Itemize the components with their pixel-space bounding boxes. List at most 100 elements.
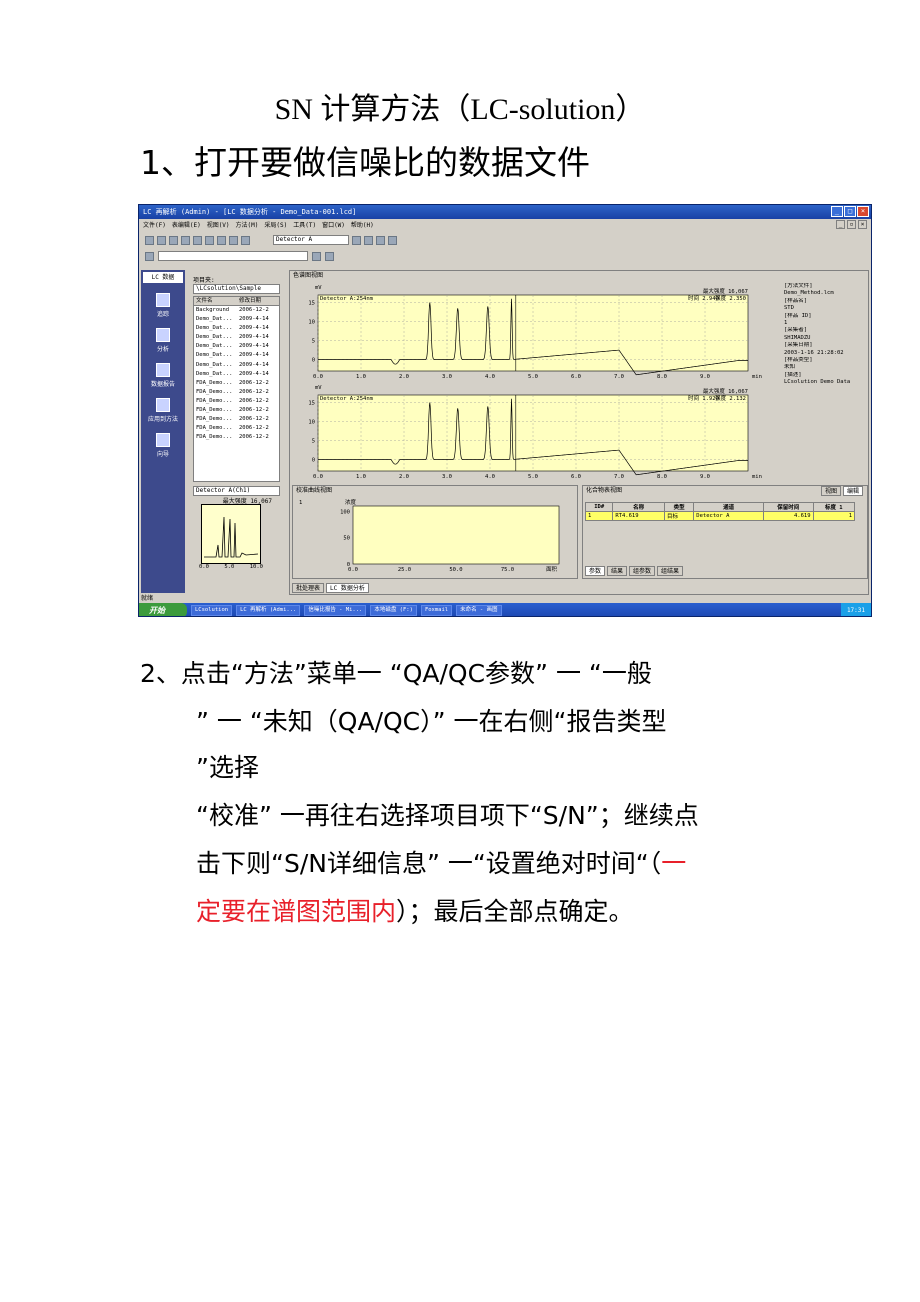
analysis-icon <box>156 328 170 342</box>
child-close-icon[interactable]: × <box>858 220 867 229</box>
zoom-in-icon[interactable] <box>193 235 202 245</box>
file-date: 2009-4-14 <box>239 343 269 350</box>
file-list-item[interactable]: Demo_Dat... 2009-4-14 <box>194 333 279 342</box>
nav-item-trace[interactable]: 追踪 <box>141 293 185 318</box>
taskbar-item[interactable]: 未命名 - 画图 <box>456 605 502 616</box>
zoom-out-icon[interactable] <box>205 235 214 245</box>
column-header[interactable]: 文件名 <box>194 297 239 305</box>
file-date: 2009-4-14 <box>239 370 269 377</box>
tab-parameters[interactable]: 参数 <box>585 566 606 576</box>
chart-alt-icon[interactable] <box>325 251 334 261</box>
nav-item-analysis[interactable]: 分析 <box>141 328 185 353</box>
file-list-item[interactable]: Demo_Dat... 2009-4-14 <box>194 351 279 360</box>
nav-item-apply-method[interactable]: 应用到方法 <box>141 398 185 423</box>
folder-path-select[interactable]: \LCsolution\Sample <box>193 284 280 294</box>
column-header[interactable]: 类型 <box>663 502 695 512</box>
nav-item-wizard[interactable]: 向导 <box>141 433 185 458</box>
taskbar-item[interactable]: Foxmail <box>420 605 453 616</box>
column-header[interactable]: 通道 <box>693 502 765 512</box>
window-title-bar[interactable]: LC 再解析 (Admin) - [LC 数据分析 - Demo_Data-00… <box>139 205 871 219</box>
file-list-item[interactable]: Demo_Dat... 2009-4-14 <box>194 342 279 351</box>
file-list-item[interactable]: FDA_Demo... 2006-12-2 <box>194 415 279 424</box>
save-icon[interactable] <box>157 235 166 245</box>
help-icon[interactable] <box>241 235 250 245</box>
tab-results[interactable]: 结果 <box>607 566 628 576</box>
channel-select[interactable]: Detector A(Ch1) <box>193 486 280 496</box>
file-list-item[interactable]: FDA_Demo... 2006-12-2 <box>194 424 279 433</box>
nav-item-report[interactable]: 数据报告 <box>141 363 185 388</box>
child-restore-icon[interactable]: ▫ <box>847 220 856 229</box>
tab-batch-table[interactable]: 批处理表 <box>292 583 325 593</box>
close-icon[interactable]: × <box>857 206 869 217</box>
table-cell[interactable]: 目标 <box>663 511 695 521</box>
menu-view[interactable]: 视图(V) <box>207 220 230 232</box>
y-axis-label: 浓度 <box>345 498 357 506</box>
info-field-value: 1 <box>784 320 788 327</box>
menu-acquire[interactable]: 采局(S) <box>264 220 287 232</box>
detector-select[interactable]: Detector A <box>273 235 349 245</box>
menu-window[interactable]: 窗口(W) <box>322 220 345 232</box>
file-list-item[interactable]: Demo_Dat... 2009-4-14 <box>194 361 279 370</box>
maximize-icon[interactable]: □ <box>844 206 856 217</box>
column-header[interactable]: ID# <box>584 502 614 512</box>
column-header[interactable]: 标度 1 <box>812 502 856 512</box>
view-tab[interactable]: 视图 <box>820 486 841 496</box>
file-list-item[interactable]: FDA_Demo... 2006-12-2 <box>194 388 279 397</box>
menu-help[interactable]: 帮助(H) <box>351 220 374 232</box>
taskbar-item[interactable]: 信噪比报告 - Mi... <box>304 605 367 616</box>
grid-icon[interactable] <box>229 235 238 245</box>
open-icon[interactable] <box>145 235 154 245</box>
edit-tab[interactable]: 编辑 <box>842 486 863 496</box>
file-list-item[interactable]: Demo_Dat... 2009-4-14 <box>194 370 279 379</box>
copy-icon[interactable] <box>376 235 385 245</box>
file-date: 2006-12-2 <box>239 416 269 423</box>
file-list-item[interactable]: FDA_Demo... 2006-12-2 <box>194 379 279 388</box>
menu-edit[interactable]: 表编辑(E) <box>172 220 201 232</box>
compound-table-panel: 化合物表视图 视图 编辑 ID# 名称 类型 通道 保留时间 标度 1 1 RT… <box>582 485 868 579</box>
layout-icon[interactable] <box>217 235 226 245</box>
undo-icon[interactable] <box>352 235 361 245</box>
taskbar-item[interactable]: 本地磁盘 (F:) <box>370 605 417 616</box>
print-icon[interactable] <box>169 235 178 245</box>
start-button[interactable]: 开始 <box>139 603 187 616</box>
table-cell[interactable]: 1 <box>584 511 614 521</box>
chromatogram-view[interactable]: 15 10 5 0 0.0 1.0 2.0 3.0 4.0 5.0 6.0 7.0 8.0 9.0 min m… <box>290 281 784 487</box>
table-cell[interactable]: RT4.619 <box>612 511 665 521</box>
table-cell[interactable]: 4.619 <box>763 511 814 521</box>
tab-group-results[interactable]: 组结果 <box>657 566 684 576</box>
preview-icon[interactable] <box>181 235 190 245</box>
file-list-item[interactable]: Background 2006-12-2 <box>194 306 279 315</box>
calibration-curve-plot[interactable]: 1 浓度1005000.0 25.0 50.0 75.0 面积 <box>293 496 577 578</box>
file-list-item[interactable]: Demo_Dat... 2009-4-14 <box>194 315 279 324</box>
file-list-item[interactable]: Demo_Dat... 2009-4-14 <box>194 324 279 333</box>
chart-icon[interactable] <box>312 251 321 261</box>
file-name: Demo_Dat... <box>196 325 233 332</box>
file-list-item[interactable]: FDA_Demo... 2006-12-2 <box>194 406 279 415</box>
peak-icon[interactable] <box>364 235 373 245</box>
table-cell[interactable]: Detector A <box>693 511 765 521</box>
command-field[interactable] <box>158 251 308 261</box>
tab-group-parameters[interactable]: 组参数 <box>629 566 656 576</box>
settings-icon[interactable] <box>388 235 397 245</box>
file-list[interactable]: 文件名 修改日期 Background 2006-12-2 Demo_Dat... 2… <box>193 296 280 482</box>
child-minimize-icon[interactable]: _ <box>836 220 845 229</box>
column-header[interactable]: 保留时间 <box>763 502 814 512</box>
pen-icon[interactable] <box>145 251 154 261</box>
tab-lc-data-analysis[interactable]: LC 数据分析 <box>326 583 369 593</box>
file-list-item[interactable]: FDA_Demo... 2006-12-2 <box>194 397 279 406</box>
column-header[interactable]: 名称 <box>612 502 665 512</box>
info-field-label: [描述] <box>784 371 802 378</box>
minimize-icon[interactable]: _ <box>831 206 843 217</box>
x-tick-label: 0.0 <box>313 474 323 480</box>
menu-file[interactable]: 文件(F) <box>143 220 166 232</box>
file-list-item[interactable]: FDA_Demo... 2006-12-2 <box>194 433 279 442</box>
info-field-label: [样品名] <box>784 297 808 304</box>
taskbar-item[interactable]: LC 再解析 (Admi... <box>236 605 301 616</box>
table-cell[interactable]: 1 <box>812 511 856 521</box>
menu-tools[interactable]: 工具(T) <box>293 220 316 232</box>
column-header[interactable]: 修改日期 <box>239 297 277 305</box>
lc-solution-window: LC 再解析 (Admin) - [LC 数据分析 - Demo_Data-00… <box>138 204 872 617</box>
taskbar-item[interactable]: LCsolution <box>191 605 233 616</box>
menu-method[interactable]: 方法(M) <box>236 220 259 232</box>
table-row[interactable]: 1 RT4.619 目标 Detector A 4.619 1 <box>584 511 856 521</box>
